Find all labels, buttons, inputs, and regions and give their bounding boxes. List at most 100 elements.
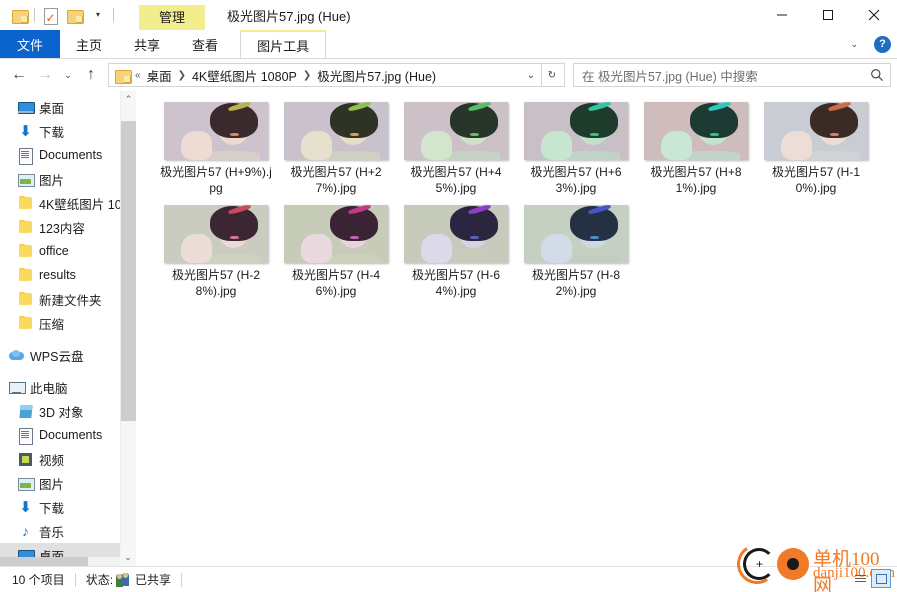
tab-home[interactable]: 主页 [60, 30, 118, 58]
sidebar-item-4K壁纸图片 1080P[interactable]: 4K壁纸图片 1080P [0, 191, 136, 215]
breadcrumb-item-wallpapers[interactable]: 4K壁纸图片 1080P [187, 66, 302, 85]
status-badge: 状态: 已共享 [86, 571, 171, 588]
file-item[interactable]: 极光图片57 (H-64%).jpg [396, 204, 516, 299]
sidebar-item-此电脑[interactable]: 此电脑 [0, 375, 136, 399]
qat-properties-icon[interactable]: ✓ [38, 3, 62, 27]
file-thumbnail [404, 102, 508, 160]
thumbnail-wrapper [161, 101, 271, 161]
sidebar-item-label: results [39, 268, 76, 282]
forward-button[interactable]: → [32, 62, 58, 88]
breadcrumb-item-desktop[interactable]: 桌面 [142, 66, 177, 85]
file-item[interactable]: 极光图片57 (H-46%).jpg [276, 204, 396, 299]
file-thumbnail [164, 205, 268, 263]
file-name-label: 极光图片57 (H+81%).jpg [650, 165, 742, 195]
file-list-pane[interactable]: 极光图片57 (H+9%).jpg 极光图片57 (H+27%).jpg 极光图片5… [136, 91, 897, 566]
documents-icon [17, 427, 34, 445]
file-thumbnail [524, 102, 628, 160]
sidebar-item-视频[interactable]: 视频 [0, 447, 136, 471]
maximize-button[interactable] [805, 0, 851, 30]
sidebar-item-label: 图片 [39, 173, 65, 188]
desktop-icon [17, 99, 35, 116]
file-item[interactable]: 极光图片57 (H-82%).jpg [516, 204, 636, 299]
sidebar-item-图片[interactable]: 图片 [0, 471, 136, 495]
search-input[interactable]: 在 极光图片57.jpg (Hue) 中搜索 [582, 66, 870, 85]
sidebar-item-新建文件夹[interactable]: 新建文件夹 [0, 287, 136, 311]
ribbon-right-controls: ⌄ ? [844, 30, 891, 58]
file-item[interactable]: 极光图片57 (H+9%).jpg [156, 101, 276, 196]
pictures-icon [17, 475, 35, 492]
sidebar-item-label: 视频 [39, 453, 65, 468]
wps-cloud-icon [8, 347, 25, 364]
maximize-icon [823, 10, 833, 20]
qat-folder-icon[interactable] [7, 3, 31, 27]
sidebar-item-label: 3D 对象 [39, 405, 84, 420]
close-button[interactable] [851, 0, 897, 30]
scroll-up-button[interactable]: ⌃ [121, 91, 136, 108]
download-icon: ⬇ [19, 498, 32, 516]
file-item[interactable]: 极光图片57 (H+45%).jpg [396, 101, 516, 196]
scrollbar-thumb-horizontal[interactable] [0, 557, 88, 566]
large-icons-view-button[interactable] [871, 569, 891, 588]
breadcrumb-overflow[interactable]: « [134, 70, 142, 81]
sidebar-item-下载[interactable]: ⬇ 下载 [0, 495, 136, 519]
breadcrumb-bar[interactable]: « 桌面 ❯ 4K壁纸图片 1080P ❯ 极光图片57.jpg (Hue) ⌄… [108, 63, 565, 87]
file-item[interactable]: 极光图片57 (H+63%).jpg [516, 101, 636, 196]
download-icon: ⬇ [19, 122, 32, 140]
3d-objects-icon [17, 403, 34, 420]
qat-customize-button[interactable]: ▾ [86, 3, 110, 27]
details-view-button[interactable] [850, 569, 870, 588]
sidebar-item-音乐[interactable]: ♪ 音乐 [0, 519, 136, 543]
sidebar-item-桌面[interactable]: 桌面 [0, 95, 136, 119]
help-icon[interactable]: ? [874, 35, 891, 53]
sidebar-scrollbar[interactable]: ⌃ [120, 91, 136, 566]
view-mode-buttons [850, 569, 891, 588]
sidebar-item-office[interactable]: office [0, 239, 136, 263]
address-dropdown-button[interactable]: ⌄ [521, 64, 541, 86]
qat-new-folder-icon[interactable] [62, 3, 86, 27]
sidebar-item-label: Documents [39, 148, 103, 162]
sidebar-item-123内容[interactable]: 123内容 [0, 215, 136, 239]
sidebar-item-压缩[interactable]: 压缩 [0, 311, 136, 335]
file-item[interactable]: 极光图片57 (H-10%).jpg [756, 101, 876, 196]
tab-share[interactable]: 共享 [118, 30, 176, 58]
scrollbar-thumb[interactable] [121, 121, 136, 421]
tab-picture-tools[interactable]: 图片工具 [240, 30, 327, 58]
file-grid: 极光图片57 (H+9%).jpg 极光图片57 (H+27%).jpg 极光图片5… [156, 101, 891, 307]
navigation-pane: 桌面 ⬇ 下载 Documents 图片 4K壁纸图片 1080P 123内容 office r… [0, 91, 136, 566]
folder-icon [17, 315, 34, 332]
folder-icon [17, 267, 34, 284]
title-bar: ✓ ▾ 管理 极光图片57.jpg (Hue) [0, 0, 897, 30]
sidebar-item-3D 对象[interactable]: 3D 对象 [0, 399, 136, 423]
scroll-down-button[interactable]: ⌄ [120, 549, 136, 566]
tab-manage[interactable]: 管理 [139, 5, 206, 30]
recent-locations-button[interactable]: ⌄ [58, 62, 78, 88]
chevron-down-icon: ▾ [95, 10, 100, 19]
tab-view[interactable]: 查看 [176, 30, 234, 58]
sidebar-horizontal-scrollbar[interactable] [0, 557, 120, 566]
minimize-icon [777, 14, 787, 16]
sidebar-item-图片[interactable]: 图片 [0, 167, 136, 191]
file-item[interactable]: 极光图片57 (H+27%).jpg [276, 101, 396, 196]
breadcrumb-item-current[interactable]: 极光图片57.jpg (Hue) [312, 66, 441, 85]
chevron-down-icon[interactable]: ⌄ [844, 39, 864, 50]
file-item[interactable]: 极光图片57 (H+81%).jpg [636, 101, 756, 196]
search-box[interactable]: 在 极光图片57.jpg (Hue) 中搜索 [573, 63, 891, 87]
thumbnail-wrapper [401, 204, 511, 264]
divider [181, 572, 183, 587]
sidebar-item-label: 新建文件夹 [39, 293, 102, 308]
sidebar-item-label: 压缩 [39, 317, 65, 332]
back-button[interactable]: ← [6, 62, 32, 88]
minimize-button[interactable] [759, 0, 805, 30]
sidebar-item-下载[interactable]: ⬇ 下载 [0, 119, 136, 143]
sidebar-item-WPS云盘[interactable]: WPS云盘 [0, 343, 136, 367]
tab-file[interactable]: 文件 [0, 30, 61, 58]
status-value: 已共享 [135, 573, 172, 587]
sidebar-item-Documents[interactable]: Documents [0, 143, 136, 167]
refresh-button[interactable]: ↻ [542, 64, 562, 86]
documents-icon [17, 147, 34, 165]
up-button[interactable]: ↑ [78, 62, 104, 88]
file-item[interactable]: 极光图片57 (H-28%).jpg [156, 204, 276, 299]
sidebar-item-results[interactable]: results [0, 263, 136, 287]
search-icon [871, 69, 883, 81]
sidebar-item-Documents[interactable]: Documents [0, 423, 136, 447]
